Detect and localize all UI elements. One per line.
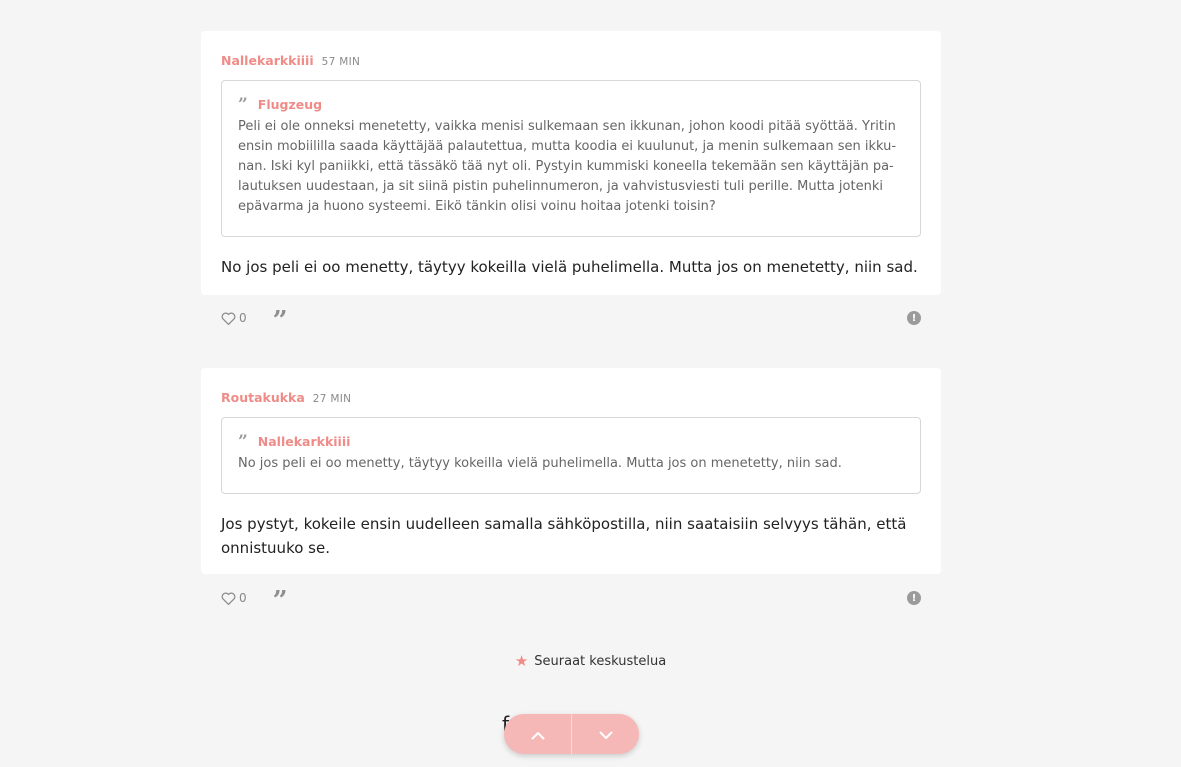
scroll-nav [504,714,639,754]
heart-outline-icon [221,312,236,325]
like-count: 0 [239,591,247,605]
follow-label: Seuraat keskustelua [534,653,667,669]
quote-header: ” Nallekarkkiiii [238,431,904,452]
post-time: 57 MIN [321,56,361,68]
post-card: Nallekarkkiiii 57 MIN ” Flugzeug Peli ei… [201,31,941,295]
quote-author[interactable]: Nallekarkkiiii [258,434,351,449]
quote-icon[interactable]: ” [273,308,288,334]
follow-discussion-button[interactable]: ★ Seuraat keskustelua [0,652,1181,670]
like-count: 0 [239,311,247,325]
post-time: 27 MIN [312,393,352,405]
exclamation-circle-icon[interactable]: ! [907,311,921,325]
star-icon: ★ [514,652,529,670]
post-author[interactable]: Routakukka [221,390,305,405]
quote-line: ensin mobiililla saada käyttäjää palaute… [238,139,897,154]
like-button[interactable]: 0 [221,591,247,605]
post-actions: 0 ” ! [221,586,921,614]
quote-mark-icon: ” [238,94,248,115]
post-body-line: Jos pystyt, kokeile ensin uudelleen sama… [221,515,907,533]
post-body: Jos pystyt, kokeile ensin uudelleen sama… [221,512,921,560]
quote-author[interactable]: Flugzeug [258,97,322,112]
scroll-down-button[interactable] [571,714,639,754]
like-button[interactable]: 0 [221,311,247,325]
quote-icon[interactable]: ” [273,588,288,614]
post-meta: Nallekarkkiiii 57 MIN [221,53,921,71]
post-meta: Routakukka 27 MIN [221,390,921,408]
exclamation-circle-icon[interactable]: ! [907,591,921,605]
quote-header: ” Flugzeug [238,94,904,115]
post-body-line: No jos peli ei oo menetty, täytyy kokeil… [221,258,918,276]
post-card: Routakukka 27 MIN ” Nallekarkkiiii No jo… [201,368,941,574]
quoted-message: ” Nallekarkkiiii No jos peli ei oo menet… [221,417,921,494]
quote-line: nan. Iski kyl paniikki, että tässäkö tää… [238,159,894,174]
post-author[interactable]: Nallekarkkiiii [221,53,314,68]
quote-text: No jos peli ei oo menetty, täytyy kokeil… [238,454,904,474]
post-body: No jos peli ei oo menetty, täytyy kokeil… [221,255,921,279]
quote-line: Peli ei ole onneksi menetetty, vaikka me… [238,119,896,134]
quote-line: epävarma ja huono systeemi. Eikö tänkin … [238,199,716,214]
post-body-line: onnistuuko se. [221,539,330,557]
heart-outline-icon [221,592,236,605]
quote-line: No jos peli ei oo menetty, täytyy kokeil… [238,456,842,471]
post-actions: 0 ” ! [221,306,921,334]
chevron-down-icon [599,725,613,744]
chevron-up-icon [531,725,545,744]
quote-text: Peli ei ole onneksi menetetty, vaikka me… [238,117,904,217]
quoted-message: ” Flugzeug Peli ei ole onneksi menetetty… [221,80,921,237]
discussion-page: Nallekarkkiiii 57 MIN ” Flugzeug Peli ei… [0,0,1181,767]
quote-line: lautuksen uudestaan, ja sit siinä pistin… [238,179,883,194]
quote-mark-icon: ” [238,431,248,452]
scroll-up-button[interactable] [504,714,571,754]
